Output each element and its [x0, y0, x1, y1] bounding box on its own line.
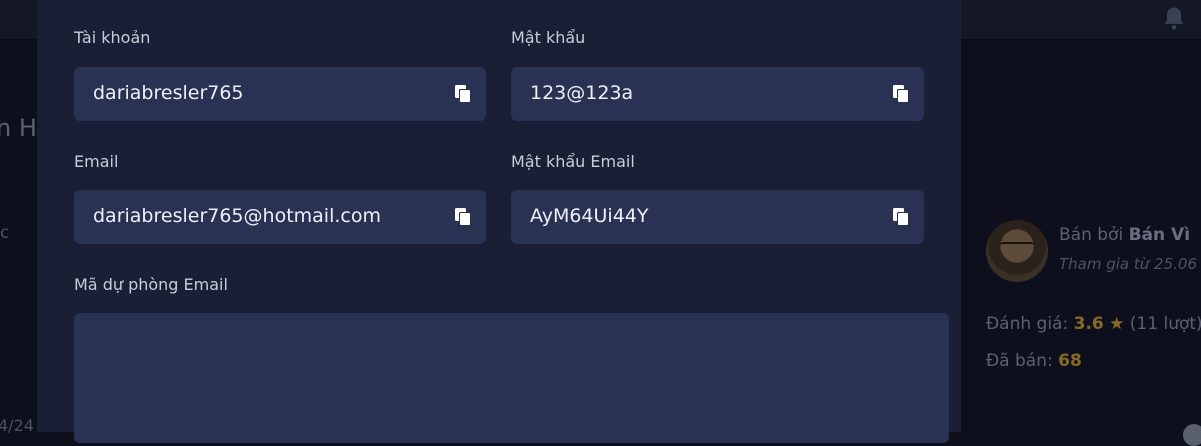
rating-count: (11 lượt) [1129, 314, 1201, 334]
seller-avatar[interactable] [986, 220, 1048, 282]
seller-rating: Đánh giá: 3.6 ★ (11 lượt) [986, 314, 1201, 334]
sold-by-label: Bán bởi [1059, 225, 1124, 245]
password-value[interactable]: 123@123a [530, 82, 633, 104]
copy-icon[interactable] [892, 207, 910, 227]
email-password-value[interactable]: AyM64Ui44Y [530, 205, 649, 227]
email-field[interactable]: dariabresler765@hotmail.com [74, 190, 486, 244]
copy-icon[interactable] [892, 84, 910, 104]
username-field[interactable]: dariabresler765 [74, 67, 486, 121]
username-label: Tài khoản [74, 28, 151, 47]
star-icon: ★ [1109, 314, 1125, 334]
sold-value: 68 [1058, 351, 1082, 371]
email-label: Email [74, 152, 119, 171]
date-fragment: 4/24 [0, 416, 34, 435]
account-info-modal: Tài khoản dariabresler765 Mật khẩu 123@1… [37, 0, 961, 443]
bell-icon[interactable] [1160, 4, 1188, 32]
username-value[interactable]: dariabresler765 [93, 82, 244, 104]
rating-label: Đánh giá: [986, 314, 1069, 334]
sold-label: Đã bán: [986, 351, 1053, 371]
seller-line: Bán bởi Bán Vì [1059, 225, 1190, 245]
email-password-label: Mật khẩu Email [511, 152, 635, 171]
seller-name[interactable]: Bán Vì [1129, 225, 1190, 245]
text-fragment: c [0, 223, 10, 243]
email-password-field[interactable]: AyM64Ui44Y [511, 190, 924, 244]
backup-code-label: Mã dự phòng Email [74, 275, 228, 294]
copy-icon[interactable] [454, 207, 472, 227]
password-label: Mật khẩu [511, 28, 586, 47]
product-title-fragment: n H [0, 114, 37, 142]
seller-joined: Tham gia từ 25.06 [1059, 255, 1197, 273]
password-field[interactable]: 123@123a [511, 67, 924, 121]
email-value[interactable]: dariabresler765@hotmail.com [93, 205, 381, 227]
backup-code-textarea[interactable] [74, 313, 949, 443]
floating-badge[interactable] [1183, 424, 1201, 446]
seller-sold: Đã bán: 68 [986, 351, 1082, 371]
copy-icon[interactable] [454, 84, 472, 104]
rating-value: 3.6 [1073, 314, 1104, 334]
